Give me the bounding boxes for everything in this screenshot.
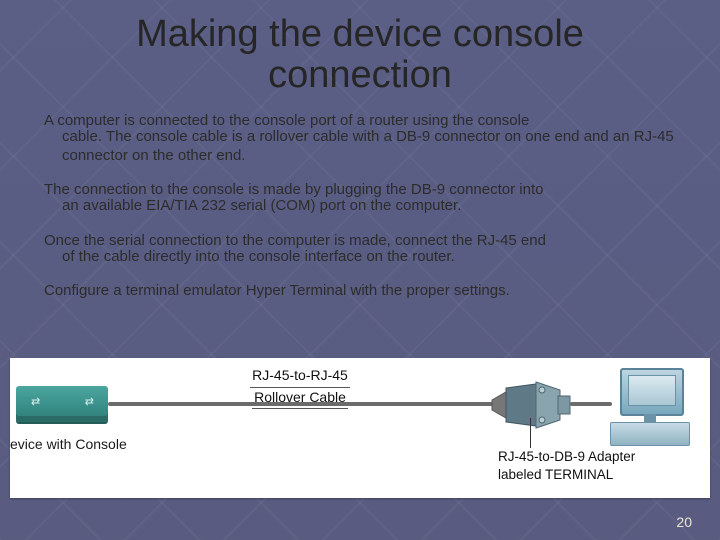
adapter-label: RJ-45-to-DB-9 Adapter labeled TERMINAL bbox=[498, 448, 635, 484]
p3-rest: of the cable directly into the console i… bbox=[44, 248, 676, 266]
diagram-inner: ⇄⇄ evice with Console RJ-45-to-RJ-45 Rol… bbox=[10, 358, 710, 498]
switch-icon: ⇄⇄ bbox=[16, 386, 108, 422]
device-label: evice with Console bbox=[10, 436, 127, 452]
cable-labels: RJ-45-to-RJ-45 Rollover Cable bbox=[210, 366, 390, 409]
paragraph-2: The connection to the console is made by… bbox=[44, 181, 676, 216]
paragraph-3: Once the serial connection to the comput… bbox=[44, 232, 676, 267]
pc-tower-icon bbox=[610, 422, 690, 446]
p2-line1: The connection to the console is made by… bbox=[44, 181, 543, 198]
slide-title: Making the device console connection bbox=[0, 0, 720, 102]
switch-arrows-icon: ⇄⇄ bbox=[31, 392, 93, 410]
p3-line1: Once the serial connection to the comput… bbox=[44, 232, 546, 249]
slide-body: A computer is connected to the console p… bbox=[0, 102, 720, 300]
page-number: 20 bbox=[676, 514, 692, 530]
cable-label-bottom: Rollover Cable bbox=[252, 388, 348, 410]
cable-label-top: RJ-45-to-RJ-45 bbox=[250, 366, 350, 388]
paragraph-1: A computer is connected to the console p… bbox=[44, 112, 676, 165]
adapter-label-bottom: labeled TERMINAL bbox=[498, 466, 635, 484]
monitor-icon bbox=[620, 368, 684, 416]
p1-rest: cable. The console cable is a rollover c… bbox=[44, 128, 676, 165]
paragraph-4: Configure a terminal emulator Hyper Term… bbox=[44, 282, 676, 300]
monitor-stand-icon bbox=[644, 414, 656, 422]
p2-rest: an available EIA/TIA 232 serial (COM) po… bbox=[44, 197, 676, 215]
adapter-label-top: RJ-45-to-DB-9 Adapter bbox=[498, 448, 635, 466]
adapter-callout-line bbox=[530, 418, 531, 448]
p4-text: Configure a terminal emulator Hyper Term… bbox=[44, 282, 510, 299]
slide: Making the device console connection A c… bbox=[0, 0, 720, 540]
computer-icon bbox=[610, 368, 688, 446]
adapter-to-pc-cable-icon bbox=[570, 402, 612, 406]
db9-adapter-icon bbox=[490, 380, 572, 430]
diagram: ⇄⇄ evice with Console RJ-45-to-RJ-45 Rol… bbox=[10, 358, 710, 498]
p1-line1: A computer is connected to the console p… bbox=[44, 112, 529, 129]
